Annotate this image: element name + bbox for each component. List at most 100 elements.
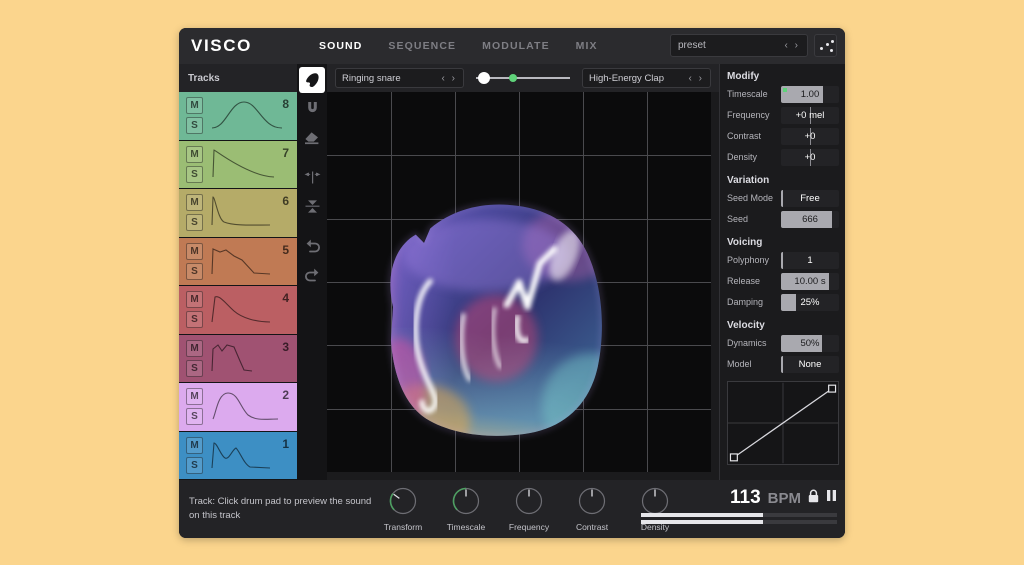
param-field-model[interactable]: None [781,355,839,373]
morph-slider-track [476,77,570,79]
velocity-curve-editor[interactable] [727,381,839,465]
param-value-frequency: +0 mel [795,109,825,121]
param-field-release[interactable]: 10.00 s [781,272,839,290]
mute-button-track-3[interactable]: M [186,339,203,357]
track-envelope-8 [208,94,284,137]
solo-button-track-7[interactable]: S [186,165,203,183]
preset-arrows[interactable]: ‹ › [785,40,800,51]
param-field-density[interactable]: +0 [781,148,839,166]
track-number-8: 8 [282,97,289,111]
param-label-polyphony: Polyphony [727,255,770,265]
track-mute-solo: MS [186,97,203,135]
solo-button-track-1[interactable]: S [186,456,203,474]
mute-button-track-7[interactable]: M [186,145,203,163]
mute-button-track-8[interactable]: M [186,97,203,115]
solo-button-track-6[interactable]: S [186,214,203,232]
param-field-timescale[interactable]: 1.00 [781,85,839,103]
mute-button-track-5[interactable]: M [186,242,203,260]
magnet-tool[interactable] [299,96,325,122]
param-label-frequency: Frequency [727,110,770,120]
randomize-button[interactable] [814,34,837,57]
param-field-seed-mode[interactable]: Free [781,189,839,207]
app-logo: VISCO [191,36,252,55]
tab-mix[interactable]: MIX [576,40,598,52]
track-mute-solo: MS [186,339,203,377]
source-a-arrows[interactable]: ‹ › [442,73,457,84]
track-row-2[interactable]: MS 2 [179,383,297,432]
tab-sound[interactable]: SOUND [319,40,362,52]
brush-icon [304,72,320,88]
main-body: Tracks MS8MS7MS6MS5MS4MS3MS2MS1 Ringing … [179,64,845,480]
track-row-5[interactable]: MS 5 [179,237,297,286]
track-row-3[interactable]: MS 3 [179,334,297,383]
align-vertical-tool[interactable] [299,193,325,219]
track-row-8[interactable]: MS 8 [179,92,297,141]
knob-frequency[interactable]: Frequency [507,486,551,532]
preset-name: preset [678,40,706,51]
param-label-dynamics: Dynamics [727,338,767,348]
redo-tool[interactable] [299,261,325,287]
spectrogram-canvas[interactable] [327,92,711,472]
knob-label-frequency: Frequency [508,522,550,532]
morph-slider-handle[interactable] [478,72,491,84]
tab-modulate[interactable]: MODULATE [482,40,550,52]
param-field-contrast[interactable]: +0 [781,127,839,145]
source-b-selector[interactable]: High-Energy Clap ‹ › [582,68,711,88]
stage-column: Ringing snare ‹ › High-Energy Clap ‹ › [327,64,719,480]
undo-tool[interactable] [299,232,325,258]
param-value-polyphony: 1 [807,254,813,266]
knob-timescale[interactable]: Timescale [444,486,488,532]
param-label-seed-mode: Seed Mode [727,193,774,203]
parameters-panel: Modify Timescale 1.00 Frequency +0 mel Contra… [719,64,845,480]
knob-label-contrast: Contrast [575,522,609,532]
source-b-arrows[interactable]: ‹ › [689,73,704,84]
track-mute-solo: MS [186,436,203,474]
track-row-7[interactable]: MS 7 [179,140,297,189]
param-group-velocity: Velocity [727,320,765,331]
param-field-seed[interactable]: 666 [781,210,839,228]
preset-selector[interactable]: preset ‹ › [670,34,808,57]
track-mute-solo: MS [186,291,203,329]
param-value-density: +0 [804,151,816,163]
mute-button-track-4[interactable]: M [186,291,203,309]
track-number-3: 3 [282,339,289,354]
eraser-icon [304,131,320,145]
track-row-6[interactable]: MS 6 [179,189,297,238]
param-field-polyphony[interactable]: 1 [781,251,839,269]
eraser-tool[interactable] [299,125,325,151]
level-meter-1 [641,513,837,517]
param-modulation-dot [783,87,787,92]
mute-button-track-1[interactable]: M [186,436,203,454]
knob-transform[interactable]: Transform [381,486,425,532]
morph-slider-marker[interactable] [508,74,517,82]
param-field-damping[interactable]: 25% [781,293,839,311]
track-envelope-4 [208,288,284,331]
knob-dial-contrast [578,487,606,515]
pause-icon[interactable] [826,489,837,507]
track-row-1[interactable]: MS 1 [179,431,297,480]
knob-row: Transform Timescale Frequency Contrast Densi… [381,486,677,532]
mute-button-track-6[interactable]: M [186,194,203,212]
brush-tool[interactable] [299,67,325,93]
tab-sequence[interactable]: SEQUENCE [388,40,456,52]
param-label-damping: Damping [727,297,764,307]
param-row-density: Density +0 [727,148,839,166]
align-horizontal-tool[interactable] [299,164,325,190]
knob-contrast[interactable]: Contrast [570,486,614,532]
param-value-dynamics: 50% [800,337,820,349]
solo-button-track-8[interactable]: S [186,117,203,135]
knob-label-timescale: Timescale [446,522,486,532]
solo-button-track-5[interactable]: S [186,262,203,280]
source-a-selector[interactable]: Ringing snare ‹ › [335,68,464,88]
solo-button-track-2[interactable]: S [186,408,203,426]
param-field-frequency[interactable]: +0 mel [781,106,839,124]
solo-button-track-4[interactable]: S [186,311,203,329]
mute-button-track-2[interactable]: M [186,388,203,406]
lock-icon[interactable] [808,489,819,508]
morph-slider[interactable] [472,68,574,88]
track-row-4[interactable]: MS 4 [179,286,297,335]
param-label-contrast: Contrast [727,131,762,141]
solo-button-track-3[interactable]: S [186,359,203,377]
bpm-value[interactable]: 113 [730,487,761,509]
param-field-dynamics[interactable]: 50% [781,334,839,352]
